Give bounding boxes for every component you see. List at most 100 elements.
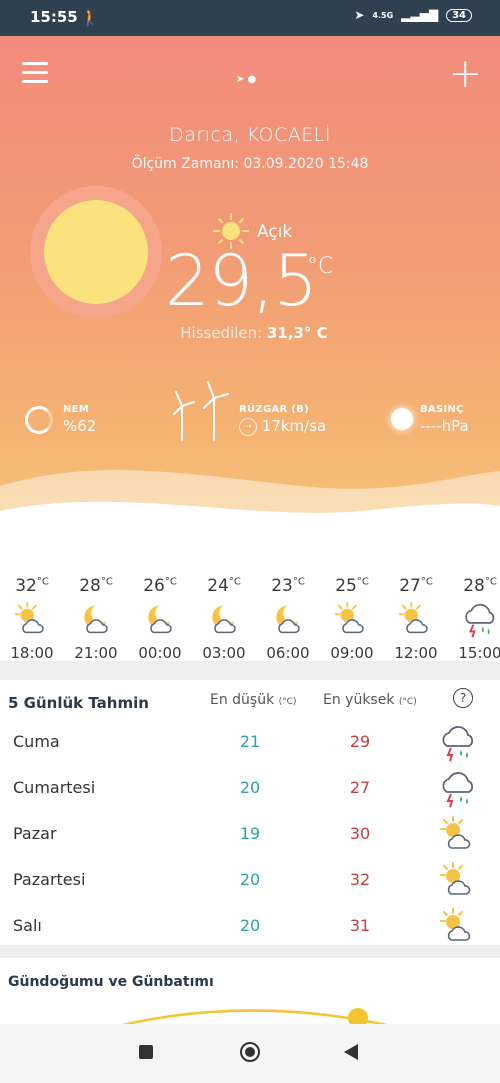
feels-like-label: Hissedilen:: [180, 324, 263, 342]
sun-arc: [121, 1008, 388, 1024]
current-temperature: 29,5: [165, 240, 318, 322]
hourly-temp: 25°C: [335, 576, 369, 596]
wind-turbine-icon: [173, 381, 229, 441]
hourly-time: 00:00: [138, 644, 182, 662]
status-time: 15:55: [30, 8, 78, 26]
recents-button[interactable]: [139, 1045, 153, 1059]
hourly-item[interactable]: 25°C 09:00: [320, 576, 384, 662]
day-name: Salı: [13, 916, 42, 935]
status-bar: 15:55 🚶 ➤ 4.5G ▂▃▅▇ 34: [0, 0, 500, 36]
pressure-stat: BASINÇ ----hPa: [420, 404, 469, 435]
signal-icon: ▂▃▅▇: [401, 8, 439, 22]
day-high: 29: [349, 732, 371, 751]
humidity-stat: NEM %62: [63, 404, 96, 435]
sun-position-icon: [348, 1008, 368, 1024]
current-weather-panel: ➤ ● + Darıca, KOCAELİ Ölçüm Zamanı: 03.0…: [0, 36, 500, 526]
hourly-time: 09:00: [330, 644, 374, 662]
day-low: 20: [239, 916, 261, 935]
hourly-temp: 23°C: [271, 576, 305, 596]
day-row[interactable]: Salı 20 31: [0, 902, 500, 947]
feels-like: Hissedilen: 31,3° C: [0, 324, 500, 342]
hourly-temp: 24°C: [207, 576, 241, 596]
sun-cloud-icon: [384, 600, 448, 640]
hourly-item[interactable]: 26°C 00:00: [128, 576, 192, 662]
help-icon[interactable]: ?: [453, 688, 473, 708]
humidity-label: NEM: [63, 404, 90, 415]
location-title: Darıca, KOCAELİ: [169, 124, 331, 146]
home-button[interactable]: [240, 1042, 260, 1062]
sunrise-sunset-card: Gündoğumu ve Günbatımı: [0, 958, 500, 1024]
day-low: 20: [239, 870, 261, 889]
moon-cloud-icon: [192, 600, 256, 640]
location-icon: ➤: [354, 8, 365, 22]
menu-icon[interactable]: [22, 62, 48, 89]
hourly-forecast[interactable]: 32°C 18:00 28°C 21:00 26°C 00:00 24°C 03:00 23°C…: [0, 526, 500, 662]
hourly-temp: 28°C: [79, 576, 113, 596]
pressure-label: BASINÇ: [420, 404, 464, 415]
back-button[interactable]: [344, 1044, 358, 1060]
hourly-item[interactable]: 23°C 06:00: [256, 576, 320, 662]
hourly-time: 03:00: [202, 644, 246, 662]
day-high: 32: [349, 870, 371, 889]
feels-like-value: 31,3° C: [266, 324, 328, 342]
low-header: En düşük (°C): [210, 692, 297, 708]
walking-icon: 🚶: [80, 8, 100, 27]
five-day-forecast: 5 Günlük Tahmin En düşük (°C) En yüksek …: [0, 680, 500, 945]
pressure-value: ----hPa: [420, 417, 469, 435]
day-row[interactable]: Pazartesi 20 32: [0, 856, 500, 901]
system-nav-bar: [0, 1024, 500, 1083]
humidity-value: %62: [63, 417, 97, 435]
hourly-time: 21:00: [74, 644, 118, 662]
hourly-item[interactable]: 32°C 18:00: [0, 576, 64, 662]
hourly-item[interactable]: 28°C 21:00: [64, 576, 128, 662]
day-high: 30: [349, 824, 371, 843]
day-low: 19: [239, 824, 261, 843]
storm-icon: [448, 600, 500, 640]
hourly-time: 12:00: [394, 644, 438, 662]
day-low: 20: [239, 778, 261, 797]
pressure-icon: [391, 408, 413, 430]
page-indicator: ➤ ●: [236, 74, 257, 85]
humidity-icon: [25, 406, 53, 434]
wind-direction-icon: ➝: [239, 417, 257, 436]
day-row[interactable]: Cuma 21 29: [0, 718, 500, 763]
wave-divider: [0, 470, 500, 526]
day-name: Cuma: [13, 732, 60, 751]
hourly-temp: 26°C: [143, 576, 177, 596]
sun-cloud-icon: [0, 600, 64, 640]
day-name: Pazar: [13, 824, 57, 843]
hourly-item[interactable]: 24°C 03:00: [192, 576, 256, 662]
daily-title: 5 Günlük Tahmin: [8, 694, 149, 712]
day-row[interactable]: Cumartesi 20 27: [0, 764, 500, 809]
sun-cloud-icon: [320, 600, 384, 640]
sun-icon: [30, 186, 162, 318]
day-name: Pazartesi: [13, 870, 86, 889]
day-high: 27: [349, 778, 371, 797]
wind-stat: RÜZGAR (B) ➝ 17km/sa: [239, 404, 326, 436]
hourly-item[interactable]: 28°C 15:00: [448, 576, 500, 662]
day-name: Cumartesi: [13, 778, 96, 797]
wind-value: ➝ 17km/sa: [239, 417, 326, 436]
hourly-time: 06:00: [266, 644, 310, 662]
wind-speed: 17km/sa: [261, 417, 327, 435]
hourly-time: 15:00: [458, 644, 500, 662]
hourly-temp: 28°C: [463, 576, 497, 596]
hourly-temp: 27°C: [399, 576, 433, 596]
battery-icon: 34: [446, 8, 472, 22]
moon-cloud-icon: [64, 600, 128, 640]
day-low: 21: [239, 732, 261, 751]
hourly-temp: 32°C: [15, 576, 49, 596]
high-header: En yüksek (°C): [323, 692, 417, 708]
day-high: 31: [349, 916, 371, 935]
measurement-time: Ölçüm Zamanı: 03.09.2020 15:48: [131, 156, 369, 172]
wind-label: RÜZGAR (B): [239, 404, 309, 415]
network-label: 4.5G: [372, 10, 394, 20]
add-location-button[interactable]: +: [448, 54, 482, 94]
moon-cloud-icon: [256, 600, 320, 640]
hourly-time: 18:00: [10, 644, 54, 662]
temperature-unit: °C: [307, 254, 334, 279]
sunrise-title: Gündoğumu ve Günbatımı: [8, 974, 214, 990]
hourly-item[interactable]: 27°C 12:00: [384, 576, 448, 662]
day-row[interactable]: Pazar 19 30: [0, 810, 500, 855]
moon-cloud-icon: [128, 600, 192, 640]
